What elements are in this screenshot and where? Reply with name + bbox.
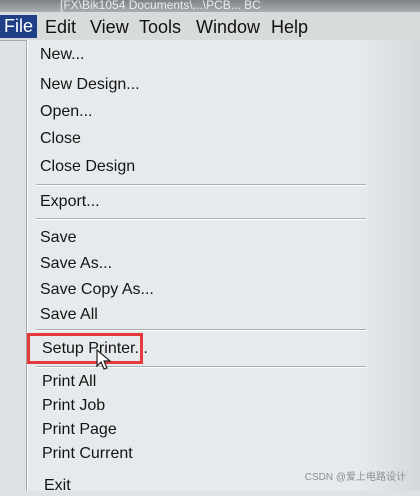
menu-separator bbox=[36, 366, 366, 368]
menu-view[interactable]: View bbox=[90, 16, 129, 38]
menu-bar: File Edit View Tools Window Help bbox=[0, 12, 420, 41]
mouse-pointer-icon bbox=[96, 349, 112, 370]
menu-separator bbox=[36, 329, 366, 331]
menu-shade bbox=[360, 40, 420, 491]
menu-separator bbox=[36, 218, 366, 220]
menu-item-save-copy-as[interactable]: Save Copy As... bbox=[40, 280, 154, 300]
menu-window[interactable]: Window bbox=[196, 16, 260, 38]
menu-item-close[interactable]: Close bbox=[40, 129, 81, 149]
window-title: [FX\Bik1054 Documents\...\PCB... BC bbox=[60, 0, 261, 12]
menu-edit[interactable]: Edit bbox=[45, 16, 76, 38]
menu-item-new-design[interactable]: New Design... bbox=[40, 75, 140, 95]
menu-item-close-design[interactable]: Close Design bbox=[40, 157, 135, 177]
menu-item-save-as[interactable]: Save As... bbox=[40, 254, 112, 274]
menu-item-open[interactable]: Open... bbox=[40, 102, 92, 122]
annotation-highlight-box bbox=[27, 333, 143, 364]
menu-item-print-page[interactable]: Print Page bbox=[42, 420, 117, 440]
menu-help[interactable]: Help bbox=[271, 16, 308, 38]
menu-item-export[interactable]: Export... bbox=[40, 192, 100, 212]
menu-separator bbox=[36, 184, 366, 186]
menu-item-new[interactable]: New... bbox=[40, 45, 84, 65]
window-title-bar: [FX\Bik1054 Documents\...\PCB... BC bbox=[0, 0, 420, 12]
menu-item-print-all[interactable]: Print All bbox=[42, 372, 96, 392]
menu-item-exit[interactable]: Exit bbox=[44, 476, 71, 496]
menu-tools[interactable]: Tools bbox=[139, 16, 181, 38]
menu-item-print-current[interactable]: Print Current bbox=[42, 444, 133, 464]
menu-item-save[interactable]: Save bbox=[40, 228, 76, 248]
watermark: CSDN @爱上电路设计 bbox=[304, 472, 406, 483]
menu-item-print-job[interactable]: Print Job bbox=[42, 396, 105, 416]
menu-item-save-all[interactable]: Save All bbox=[40, 305, 98, 325]
menu-file[interactable]: File bbox=[0, 15, 38, 38]
